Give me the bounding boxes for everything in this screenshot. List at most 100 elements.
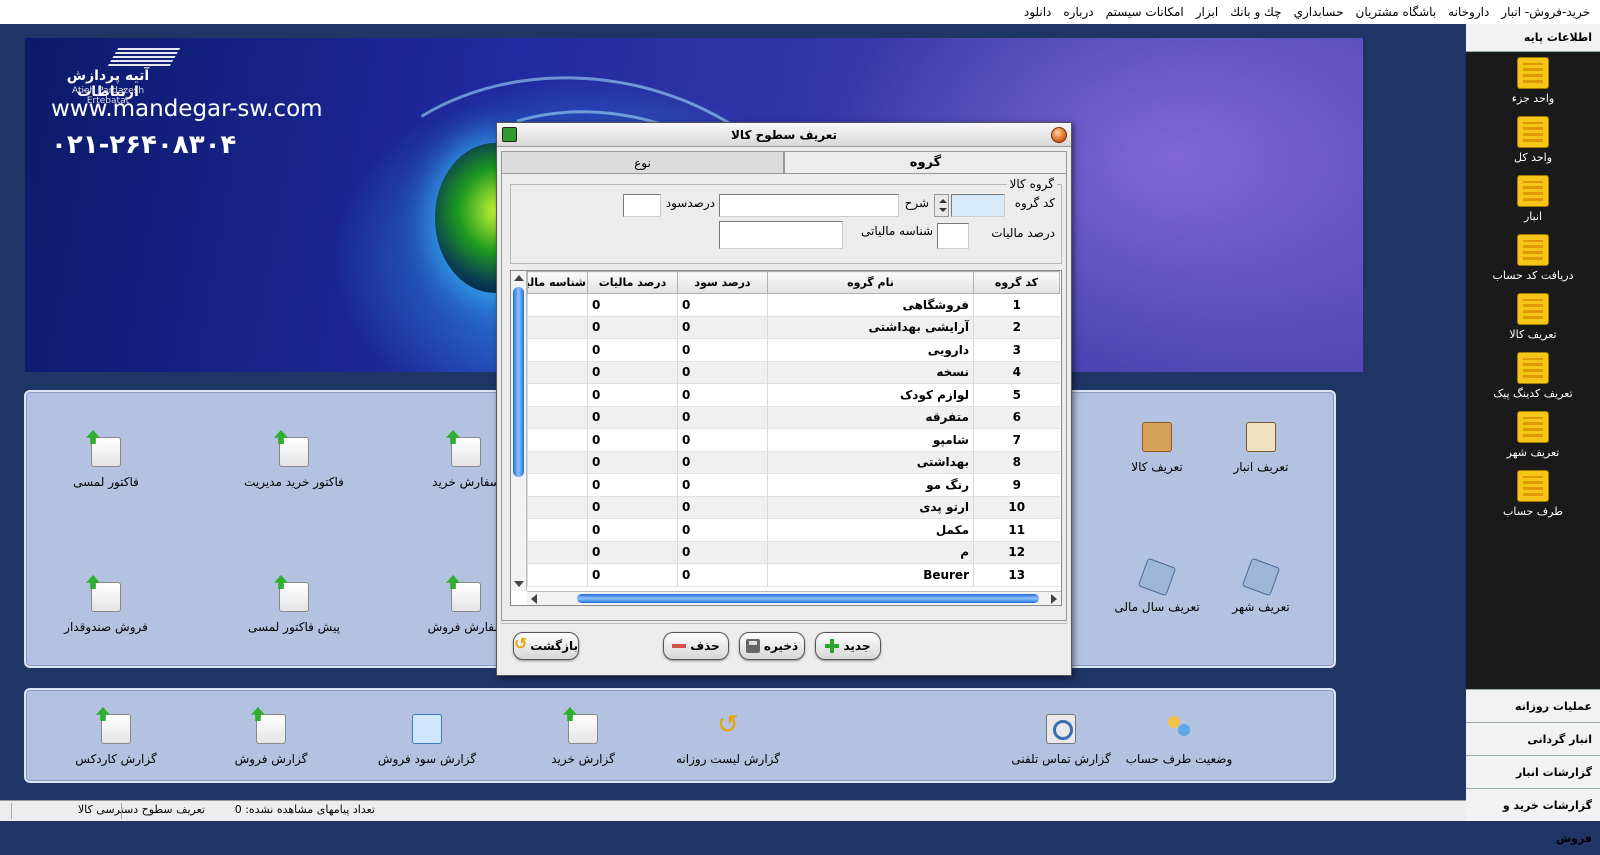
tax-percent-input[interactable] <box>937 223 969 249</box>
table-row[interactable]: 2 آرایشی بهداشتی 0 0 <box>527 316 1060 339</box>
cell-code: 5 <box>973 383 1060 407</box>
dialog-button-row: بازگشت حذف ذخیره جدید <box>501 623 1067 669</box>
table-row[interactable]: 6 متفرقه 0 0 <box>527 406 1060 429</box>
shortcut-panel-reports: گزارش کاردکس گزارش فروش گزارش سود فروش گ… <box>24 688 1336 783</box>
sidebar-section-daily-ops[interactable]: عملیات روزانه <box>1466 689 1600 722</box>
cell-code: 11 <box>973 518 1060 542</box>
menu-item-tools[interactable]: ابزار <box>1190 5 1224 19</box>
menu-item-download[interactable]: دانلود <box>1018 5 1058 19</box>
cell-code: 10 <box>973 496 1060 519</box>
sidebar-item-city[interactable]: تعریف شهر <box>1466 408 1600 467</box>
scroll-down-icon[interactable] <box>514 581 524 587</box>
save-button-label: ذخیره <box>763 639 799 653</box>
menu-item-about[interactable]: درباره <box>1057 5 1099 19</box>
delete-button-label: حذف <box>690 639 720 653</box>
col-header-tax-id[interactable]: شناسه مالیا <box>527 271 588 294</box>
table-row[interactable]: 11 مکمل 0 0 <box>527 518 1060 542</box>
tile-label: تعریف انبار <box>1233 460 1289 474</box>
new-button[interactable]: جدید <box>815 632 881 660</box>
description-input[interactable] <box>719 194 899 217</box>
tile-city-define[interactable]: تعریف شهر <box>1166 557 1356 614</box>
tile-account-status[interactable]: وضعیت طرف حساب <box>1084 714 1274 766</box>
table-row[interactable]: 7 شامپو 0 0 <box>527 428 1060 452</box>
col-header-name[interactable]: نام گروه <box>767 271 974 294</box>
menu-item-accounting[interactable]: حسابداري <box>1288 5 1350 19</box>
profit-percent-input[interactable] <box>623 194 661 217</box>
table-row[interactable]: 4 نسخه 0 0 <box>527 361 1060 384</box>
sidebar-item-label: تعریف کدینگ پیک <box>1493 387 1573 400</box>
cell-tax-id <box>527 563 588 587</box>
sidebar-section-warehouse-reports[interactable]: گزارشات انبار <box>1466 755 1600 788</box>
cell-code: 4 <box>973 361 1060 384</box>
tile-proforma[interactable]: پیش فاکتور لمسی <box>199 582 389 634</box>
sidebar-item-product[interactable]: تعریف کالا <box>1466 290 1600 349</box>
sidebar-item-unit-part[interactable]: واحد جزء <box>1466 54 1600 113</box>
menu-item-check-bank[interactable]: چك و بانك <box>1224 5 1287 19</box>
sidebar-item-account-code[interactable]: دریافت کد حساب <box>1466 231 1600 290</box>
table-row[interactable]: 9 رنگ مو 0 0 <box>527 473 1060 497</box>
sidebar-item-label: واحد جزء <box>1511 92 1555 105</box>
tile-purchase-invoice[interactable]: فاکتور خرید مدیریت <box>199 437 389 489</box>
cell-tax: 0 <box>587 451 678 474</box>
tax-id-input[interactable] <box>719 221 843 249</box>
col-header-code[interactable]: کد گروه <box>973 271 1060 294</box>
menu-item-customer-club[interactable]: باشگاه مشتریان <box>1350 5 1443 19</box>
warehouse-icon <box>1517 175 1549 207</box>
tile-warehouse-define[interactable]: تعریف انبار <box>1166 422 1356 474</box>
menu-item-pharmacy[interactable]: داروخانه <box>1442 5 1495 19</box>
back-button[interactable]: بازگشت <box>513 632 579 660</box>
close-icon[interactable] <box>1051 127 1067 143</box>
sidebar-item-label: تعریف شهر <box>1506 446 1560 459</box>
group-code-spinner[interactable] <box>934 194 949 217</box>
grid-vertical-scrollbar[interactable] <box>511 271 527 591</box>
description-label: شرح <box>904 196 929 210</box>
sidebar-section-sales-reports[interactable]: گزارشات خرید و فروش <box>1466 788 1600 845</box>
save-button[interactable]: ذخیره <box>739 632 805 660</box>
tile-cashier-sale[interactable]: فروش صندوقدار <box>11 582 201 634</box>
cell-profit: 0 <box>677 338 768 362</box>
menu-item-system[interactable]: امكانات سيستم <box>1100 5 1190 19</box>
scroll-left-icon[interactable] <box>531 594 537 604</box>
tile-label: وضعیت طرف حساب <box>1125 752 1233 766</box>
table-row[interactable]: 5 لوازم کودک 0 0 <box>527 383 1060 407</box>
dialog-titlebar[interactable]: تعریف سطوح کالا <box>497 123 1071 147</box>
sidebar-item-unit-total[interactable]: واحد کل <box>1466 113 1600 172</box>
tile-label: گزارش لیست روزانه <box>676 752 780 766</box>
cardex-report-icon <box>101 714 131 744</box>
scroll-thumb[interactable] <box>577 594 1039 603</box>
scroll-right-icon[interactable] <box>1051 594 1057 604</box>
sidebar-title[interactable]: اطلاعات پایه <box>1466 24 1600 52</box>
col-header-tax[interactable]: درصد مالیات <box>587 271 678 294</box>
tab-group[interactable]: گروه <box>784 151 1067 174</box>
table-row[interactable]: 3 دارویی 0 0 <box>527 338 1060 362</box>
cell-profit: 0 <box>677 428 768 452</box>
table-row[interactable]: 13 Beurer 0 0 <box>527 563 1060 587</box>
sidebar-item-warehouse[interactable]: انبار <box>1466 172 1600 231</box>
sidebar-item-courier[interactable]: تعریف کدینگ پیک <box>1466 349 1600 408</box>
tab-type[interactable]: نوع <box>501 151 784 174</box>
sidebar-section-inventory[interactable]: انبار گردانی <box>1466 722 1600 755</box>
cell-code: 9 <box>973 473 1060 497</box>
menu-item-sales[interactable]: خرید-فروش- انبار <box>1495 5 1596 19</box>
tile-label: تعریف شهر <box>1232 600 1290 614</box>
tile-touch-invoice[interactable]: فاکتور لمسی <box>11 437 201 489</box>
tile-label: فروش صندوقدار <box>64 620 148 634</box>
cell-name: نسخه <box>767 361 974 384</box>
tile-daily-list-report[interactable]: گزارش لیست روزانه <box>633 710 823 766</box>
col-header-profit[interactable]: درصد سود <box>677 271 768 294</box>
tile-label: پیش فاکتور لمسی <box>248 620 340 634</box>
grid-horizontal-scrollbar[interactable] <box>527 591 1061 605</box>
fieldset-legend: گروه کالا <box>1006 177 1057 191</box>
scroll-thumb[interactable] <box>513 287 524 477</box>
table-row[interactable]: 10 ارتو پدی 0 0 <box>527 496 1060 519</box>
cell-profit: 0 <box>677 541 768 564</box>
dialog-tabs: نوع گروه <box>501 151 1067 174</box>
table-row[interactable]: 8 بهداشتی 0 0 <box>527 451 1060 474</box>
purchase-invoice-icon <box>279 437 309 467</box>
sidebar-item-account-party[interactable]: طرف حساب <box>1466 467 1600 526</box>
table-row[interactable]: 12 م 0 0 <box>527 541 1060 564</box>
delete-button[interactable]: حذف <box>663 632 729 660</box>
table-row[interactable]: 1 فروشگاهی 0 0 <box>527 293 1060 317</box>
group-code-input[interactable] <box>951 194 1005 217</box>
scroll-up-icon[interactable] <box>514 275 524 281</box>
